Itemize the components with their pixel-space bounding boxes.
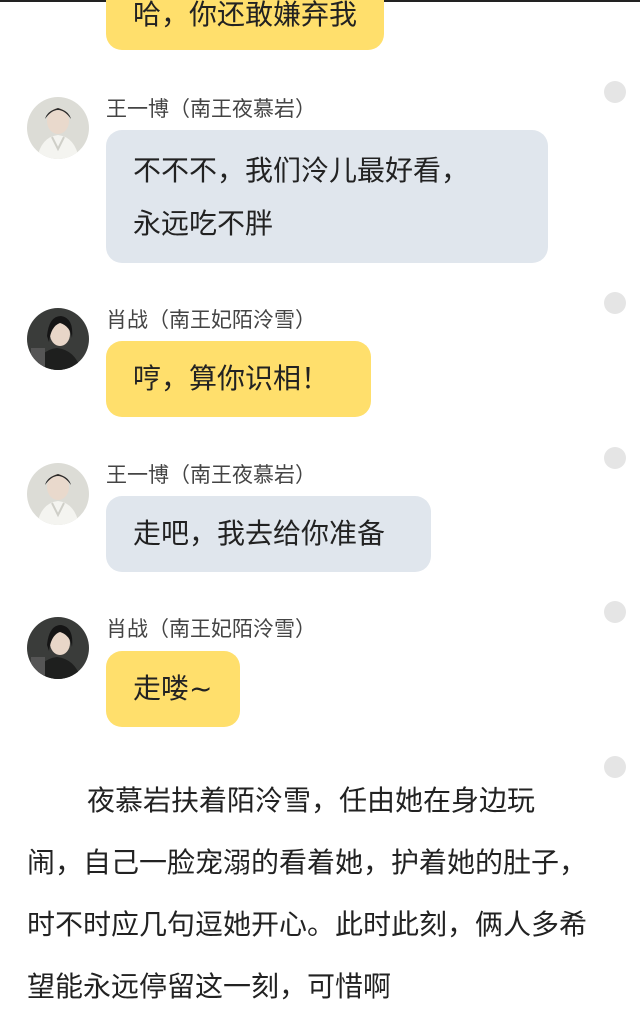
message-line-1a: 不不不，我们泠儿最好看， xyxy=(133,154,470,187)
avatar-wang-yibo[interactable] xyxy=(27,97,89,159)
sender-name-1: 王一博（南王夜慕岩） xyxy=(106,97,316,121)
message-bubble-4: 走喽~ xyxy=(106,651,240,727)
avatar-man-icon xyxy=(27,463,89,525)
chat-page: 哈，你还敢嫌弃我 王一博（南王夜慕岩） 不不不，我们泠儿最好看， 永远吃不胖 肖… xyxy=(0,0,640,1028)
avatar-xiao-zhan[interactable] xyxy=(27,308,89,370)
message-text-4: 走喽~ xyxy=(133,672,213,705)
dot-icon[interactable] xyxy=(604,81,626,103)
message-bubble-2: 哼，算你识相！ xyxy=(106,341,371,417)
dot-icon[interactable] xyxy=(604,447,626,469)
avatar-woman-icon xyxy=(27,617,89,679)
sender-name-2: 肖战（南王妃陌泠雪） xyxy=(106,308,316,332)
avatar-wang-yibo[interactable] xyxy=(27,463,89,525)
dot-icon[interactable] xyxy=(604,601,626,623)
avatar-woman-icon xyxy=(27,308,89,370)
message-bubble-0: 哈，你还敢嫌弃我 xyxy=(106,0,385,50)
avatar-xiao-zhan[interactable] xyxy=(27,617,89,679)
message-bubble-1: 不不不，我们泠儿最好看， 永远吃不胖 xyxy=(106,130,548,263)
message-bubble-3: 走吧，我去给你准备 xyxy=(106,496,431,572)
dot-icon[interactable] xyxy=(604,292,626,314)
avatar-man-icon xyxy=(27,97,89,159)
message-text-0: 哈，你还敢嫌弃我 xyxy=(133,0,358,31)
dot-icon[interactable] xyxy=(604,756,626,778)
sender-name-3: 王一博（南王夜慕岩） xyxy=(106,463,316,487)
sender-name-4: 肖战（南王妃陌泠雪） xyxy=(106,617,316,641)
message-text-2: 哼，算你识相！ xyxy=(133,362,330,395)
message-line-1b: 永远吃不胖 xyxy=(133,207,274,240)
message-text-3: 走吧，我去给你准备 xyxy=(133,517,386,550)
narration-paragraph: 夜慕岩扶着陌泠雪，任由她在身边玩闹，自己一脸宠溺的看着她，护着她的肚子，时不时应… xyxy=(27,784,588,1003)
